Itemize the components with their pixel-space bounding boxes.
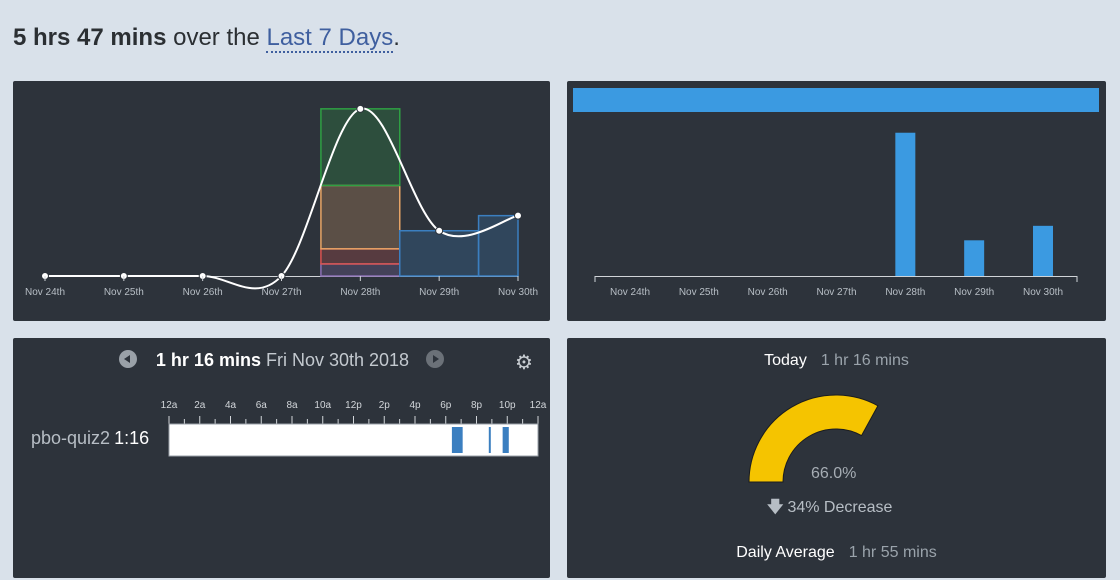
trend-point (514, 211, 522, 220)
hour-label: 12a (530, 400, 547, 411)
day-timeline: 12a 2a 4a 6a 8a 10a 12p 2p 4p 6p 8p 10p 12a (161, 400, 547, 457)
headline: 5 hrs 47 mins over the Last 7 Days. (13, 24, 400, 53)
day-bar (1033, 225, 1053, 276)
day-timeline-panel: 1 hr 16 mins Fri Nov 30th 2018 ⚙ pbo-qui… (13, 338, 550, 578)
timeline-track (168, 423, 539, 457)
hour-label: 10a (314, 400, 331, 411)
headline-middle: over the (173, 24, 260, 51)
x-tick-label: Nov 30th (1023, 287, 1063, 298)
day-bar (895, 132, 916, 276)
day-duration: 1 hr 16 mins (155, 350, 261, 370)
stack-block (399, 229, 480, 277)
x-tick-label: Nov 28th (340, 287, 380, 298)
x-tick-label: Nov 30th (498, 287, 538, 298)
x-tick-label: Nov 26th (183, 287, 223, 298)
x-tick-label: Nov 29th (954, 287, 994, 298)
gauge-percent-label: 66.0% (811, 465, 857, 482)
hour-label: 6p (440, 400, 452, 411)
next-day-icon[interactable] (426, 350, 445, 368)
x-tick-label: Nov 29th (419, 287, 459, 298)
project-name: pbo-quiz2 (31, 428, 111, 448)
trend-point (435, 226, 444, 235)
stats-panel: Today 1 hr 16 mins 66.0% 🡇 34% Decrease Da… (567, 338, 1106, 578)
daily-average-label: Daily Average (736, 544, 835, 561)
day-header: 1 hr 16 mins Fri Nov 30th 2018 (13, 350, 550, 371)
hour-label: 8a (286, 400, 298, 411)
today-value: 1 hr 16 mins (820, 352, 909, 369)
x-tick-label: Nov 25th (104, 287, 144, 298)
stacked-activity-chart-panel: Nov 24th Nov 25th Nov 26th Nov 27th Nov 28th… (13, 81, 550, 321)
hour-label: 12a (161, 400, 178, 411)
project-time: 1:16 (114, 428, 150, 448)
day-date: Fri Nov 30th 2018 (265, 350, 410, 370)
x-tick-label: Nov 27th (261, 287, 301, 298)
stack-block (320, 248, 401, 265)
stack-block (320, 184, 401, 250)
hour-label: 2a (194, 400, 206, 411)
activity-segment (451, 427, 463, 453)
daily-bar-chart-panel: Nov 24th Nov 25th Nov 26th Nov 27th Nov 28th… (567, 81, 1106, 321)
hour-label: 4p (409, 400, 421, 411)
stacked-activity-chart: Nov 24th Nov 25th Nov 26th Nov 27th Nov 28th… (25, 104, 538, 298)
daily-bar-chart: Nov 24th Nov 25th Nov 26th Nov 27th Nov 28th… (573, 88, 1099, 298)
headline-period: . (393, 24, 400, 51)
stack-block (320, 263, 401, 277)
day-bar (964, 240, 985, 276)
today-label: Today (764, 352, 807, 369)
x-tick-label: Nov 27th (816, 287, 856, 298)
x-tick-label: Nov 24th (25, 287, 65, 298)
total-duration: 5 hrs 47 mins (13, 24, 167, 51)
daily-average-value: 1 hr 55 mins (848, 544, 937, 561)
change-indicator: 🡇 34% Decrease (767, 496, 892, 523)
range-selector-link[interactable]: Last 7 Days (266, 24, 394, 53)
x-tick-label: Nov 25th (679, 287, 719, 298)
hour-label: 8p (471, 400, 483, 411)
x-tick-label: Nov 28th (885, 287, 925, 298)
hour-label: 4a (225, 400, 237, 411)
hour-label: 6a (256, 400, 268, 411)
activity-segment (488, 427, 491, 453)
arrow-down-icon: 🡇 (767, 499, 784, 516)
trend-point (356, 104, 365, 113)
summary-bar (573, 88, 1099, 112)
hour-label: 2p (379, 400, 391, 411)
hour-label: 12p (345, 400, 362, 411)
stack-block (320, 108, 401, 187)
today-row: Today 1 hr 16 mins (567, 352, 1106, 370)
project-row-label: pbo-quiz2 1:16 (31, 428, 149, 449)
hour-label: 10p (499, 400, 516, 411)
activity-segment (502, 427, 509, 453)
change-text: 34% Decrease (787, 499, 893, 516)
x-tick-label: Nov 24th (610, 287, 650, 298)
previous-day-icon[interactable] (118, 350, 137, 368)
daily-average-row: Daily Average 1 hr 55 mins (567, 544, 1106, 562)
x-tick-label: Nov 26th (748, 287, 788, 298)
gear-icon[interactable]: ⚙ (515, 350, 533, 375)
